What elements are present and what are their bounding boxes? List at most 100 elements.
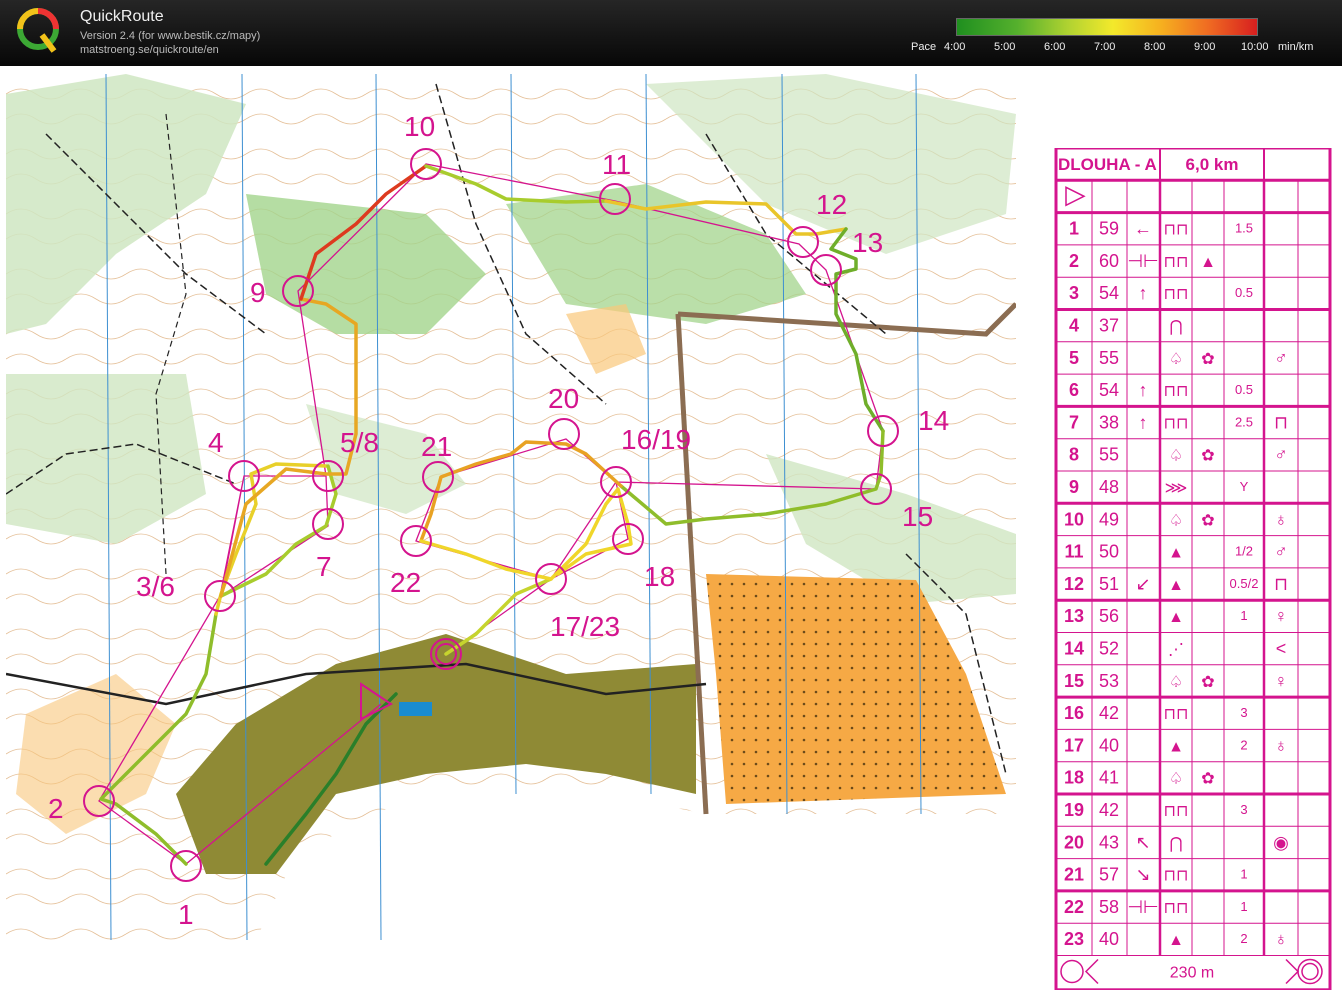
control-label-12: 12 xyxy=(816,189,847,220)
control-number: 4 xyxy=(1069,316,1079,336)
control-description-sheet: DLOUHA - A 6,0 km1 59 ← ⊓⊓ 1.52 60 ⊣⊢ ⊓⊓ ▲3 54 ↑ ⊓⊓ 0… xyxy=(1054,148,1332,990)
feature-symbol: ⊓⊓ xyxy=(1164,383,1189,400)
which-feature-symbol: ↑ xyxy=(1139,412,1148,432)
control-label-11: 11 xyxy=(602,149,631,180)
control-number: 1 xyxy=(1069,219,1079,239)
control-code: 55 xyxy=(1099,348,1119,368)
feature-symbol: ⋰ xyxy=(1168,642,1184,659)
control-code: 58 xyxy=(1099,897,1119,917)
feature-symbol: ⊓⊓ xyxy=(1164,868,1189,885)
control-number: 6 xyxy=(1069,380,1079,400)
control-code: 42 xyxy=(1099,800,1119,820)
control-number: 15 xyxy=(1064,671,1084,691)
pace-color-scale xyxy=(956,18,1258,36)
feature-symbol: ⊓⊓ xyxy=(1164,803,1189,820)
control-number: 18 xyxy=(1064,768,1084,788)
feature-symbol: ▲ xyxy=(1168,545,1184,562)
appearance-symbol: ✿ xyxy=(1201,512,1214,529)
pace-tick: 4:00 xyxy=(944,41,966,53)
feature-symbol: ♤ xyxy=(1169,512,1183,529)
control-label-14: 14 xyxy=(918,405,949,436)
control-number: 19 xyxy=(1064,800,1084,820)
dimension-value: 0.5 xyxy=(1235,285,1253,300)
which-feature-symbol: ↖ xyxy=(1135,832,1150,852)
feature-symbol: ♤ xyxy=(1169,771,1183,788)
control-code: 60 xyxy=(1099,251,1119,271)
feature-symbol: ▲ xyxy=(1168,609,1184,626)
control-label-15: 15 xyxy=(902,501,933,532)
feature-symbol: ▲ xyxy=(1168,932,1184,949)
location-symbol: ♁ xyxy=(1274,929,1288,949)
quickroute-logo xyxy=(17,8,59,53)
control-label-22: 22 xyxy=(390,567,421,598)
control-code: 56 xyxy=(1099,606,1119,626)
pace-tick: 6:00 xyxy=(1044,41,1066,53)
control-code: 53 xyxy=(1099,671,1119,691)
appearance-symbol: ✿ xyxy=(1201,448,1214,465)
pace-unit: min/km xyxy=(1278,41,1314,53)
control-number: 22 xyxy=(1064,897,1084,917)
orienteering-map[interactable]: 1 2 3/6 4 5/8 7 9 10 11 12 13 14 15 16/1… xyxy=(6,74,1016,940)
dimension-value: 1 xyxy=(1240,899,1247,914)
app-title: QuickRoute xyxy=(80,8,164,25)
control-code: 40 xyxy=(1099,929,1119,949)
control-number: 10 xyxy=(1064,509,1084,529)
dimension-value: 0.5/2 xyxy=(1230,576,1259,591)
feature-symbol: ▲ xyxy=(1168,577,1184,594)
control-code: 40 xyxy=(1099,735,1119,755)
control-number: 16 xyxy=(1064,703,1084,723)
feature-symbol: ♤ xyxy=(1169,351,1183,368)
feature-symbol: ⊓⊓ xyxy=(1164,286,1189,303)
control-code: 54 xyxy=(1099,283,1119,303)
which-feature-symbol: ↘ xyxy=(1135,865,1150,885)
control-number: 21 xyxy=(1064,865,1084,885)
location-symbol: ♁ xyxy=(1274,509,1288,529)
control-code: 37 xyxy=(1099,316,1119,336)
control-code: 52 xyxy=(1099,639,1119,659)
finish-distance: 230 m xyxy=(1170,965,1214,982)
control-label-4: 4 xyxy=(208,427,224,458)
control-number: 9 xyxy=(1069,477,1079,497)
dimension-value: 1/2 xyxy=(1235,544,1253,559)
which-feature-symbol: ← xyxy=(1134,219,1152,239)
location-symbol: ◉ xyxy=(1273,832,1289,852)
control-code: 41 xyxy=(1099,768,1119,788)
control-number: 12 xyxy=(1064,574,1084,594)
control-code: 50 xyxy=(1099,542,1119,562)
control-number: 14 xyxy=(1064,639,1084,659)
control-number: 13 xyxy=(1064,606,1084,626)
location-symbol: ♀ xyxy=(1274,671,1288,691)
feature-symbol: ⊓⊓ xyxy=(1164,254,1189,271)
control-code: 51 xyxy=(1099,574,1119,594)
location-symbol: ⊓ xyxy=(1274,574,1288,594)
course-length: 6,0 km xyxy=(1186,155,1239,174)
control-label-5-8: 5/8 xyxy=(340,427,379,458)
feature-symbol: ♤ xyxy=(1169,674,1183,691)
control-number: 17 xyxy=(1064,735,1084,755)
pace-label: Pace xyxy=(911,41,937,53)
course-name: DLOUHA - A xyxy=(1058,155,1157,174)
feature-symbol: ♤ xyxy=(1169,448,1183,465)
dimension-value: 2 xyxy=(1240,737,1247,752)
location-symbol: < xyxy=(1276,639,1287,659)
location-symbol: ♂ xyxy=(1274,348,1288,368)
control-number: 20 xyxy=(1064,832,1084,852)
pace-tick: 10:00 xyxy=(1241,41,1269,53)
start-symbol-icon xyxy=(1065,186,1086,207)
pace-tick: 7:00 xyxy=(1094,41,1116,53)
pond xyxy=(399,702,432,716)
control-label-18: 18 xyxy=(644,561,675,592)
control-number: 7 xyxy=(1069,412,1079,432)
control-label-7: 7 xyxy=(316,551,332,582)
which-feature-symbol: ↑ xyxy=(1139,283,1148,303)
finish-start-icon xyxy=(1060,959,1084,984)
control-code: 49 xyxy=(1099,509,1119,529)
control-label-9: 9 xyxy=(250,277,266,308)
location-symbol: ♂ xyxy=(1274,445,1288,465)
feature-symbol: ⊓⊓ xyxy=(1164,706,1189,723)
map-viewport[interactable]: 1 2 3/6 4 5/8 7 9 10 11 12 13 14 15 16/1… xyxy=(0,66,1342,990)
control-code: 59 xyxy=(1099,219,1119,239)
dimension-value: Y xyxy=(1240,479,1249,494)
control-number: 5 xyxy=(1069,348,1079,368)
control-number: 8 xyxy=(1069,445,1079,465)
